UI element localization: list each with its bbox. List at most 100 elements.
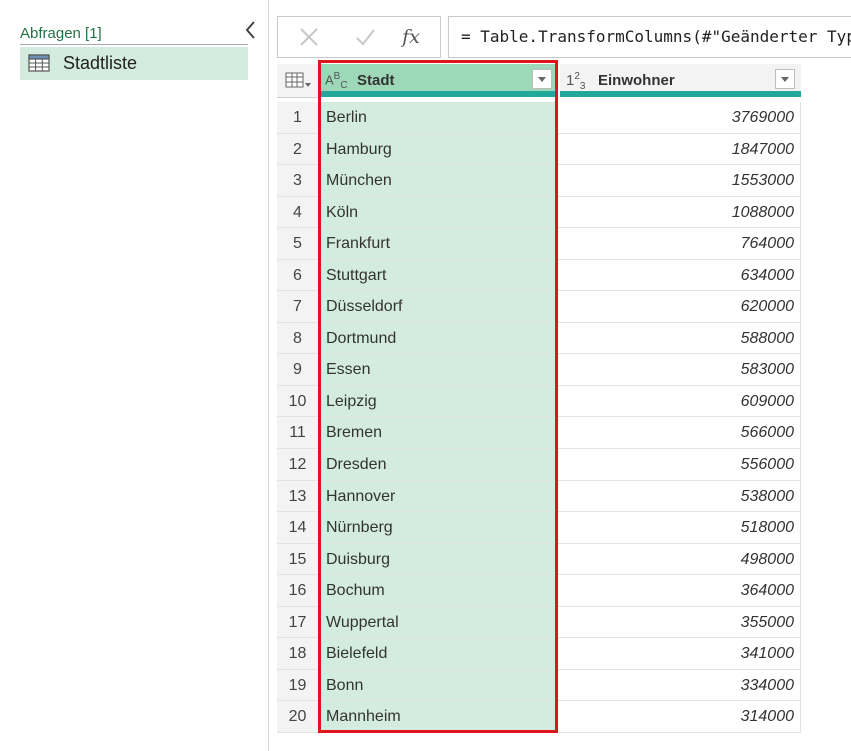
column-name: Stadt <box>357 72 395 89</box>
cell-stadt[interactable]: Bochum <box>319 575 558 606</box>
row-number[interactable]: 18 <box>277 638 319 669</box>
row-number[interactable]: 12 <box>277 449 319 480</box>
table-row: 4 Köln 1088000 <box>277 196 801 229</box>
formula-input[interactable]: = Table.TransformColumns(#"Geänderter Ty… <box>448 16 851 58</box>
cell-stadt[interactable]: Dortmund <box>319 322 558 354</box>
table-row: 10 Leipzig 609000 <box>277 385 801 418</box>
cell-einwohner[interactable]: 620000 <box>560 291 801 322</box>
insert-function-button[interactable]: fx <box>396 23 426 51</box>
table-row: 16 Bochum 364000 <box>277 575 801 607</box>
query-item-label: Stadtliste <box>63 53 138 73</box>
table-row: 7 Düsseldorf 620000 <box>277 291 801 323</box>
cell-stadt[interactable]: Dresden <box>319 449 558 480</box>
cell-stadt[interactable]: Bremen <box>319 417 558 449</box>
cell-einwohner[interactable]: 588000 <box>560 322 801 354</box>
table-row: 18 Bielefeld 341000 <box>277 638 801 670</box>
cell-stadt[interactable]: Wuppertal <box>319 606 558 638</box>
queries-pane: Abfragen [1] Stadtliste <box>0 0 268 751</box>
table-row: 20 Mannheim 314000 <box>277 701 801 733</box>
row-number[interactable]: 2 <box>277 133 319 165</box>
table-row: 8 Dortmund 588000 <box>277 322 801 355</box>
cell-stadt[interactable]: Hannover <box>319 480 558 512</box>
queries-header: Abfragen [1] <box>20 24 248 45</box>
data-grid: ABC Stadt 123 Einwohner 1 Berlin 3769000 2 H… <box>277 64 801 734</box>
table-row: 14 Nürnberg 518000 <box>277 512 801 544</box>
table-row: 6 Stuttgart 634000 <box>277 259 801 292</box>
cell-einwohner[interactable]: 1553000 <box>560 165 801 196</box>
row-number[interactable]: 8 <box>277 322 319 354</box>
column-header-stadt[interactable]: ABC Stadt <box>319 64 558 97</box>
cell-stadt[interactable]: Duisburg <box>319 543 558 575</box>
cell-einwohner[interactable]: 3769000 <box>560 102 801 133</box>
row-number[interactable]: 15 <box>277 543 319 575</box>
chevron-left-icon <box>245 21 255 39</box>
cell-stadt[interactable]: Hamburg <box>319 133 558 165</box>
cell-einwohner[interactable]: 1088000 <box>560 196 801 228</box>
cell-stadt[interactable]: Bonn <box>319 669 558 701</box>
cell-stadt[interactable]: Essen <box>319 354 558 385</box>
cell-einwohner[interactable]: 634000 <box>560 259 801 291</box>
cell-einwohner[interactable]: 583000 <box>560 354 801 385</box>
x-icon <box>300 28 318 46</box>
formula-button-group: fx <box>277 16 441 58</box>
cell-einwohner[interactable]: 334000 <box>560 669 801 701</box>
row-number[interactable]: 14 <box>277 512 319 543</box>
cell-stadt[interactable]: Frankfurt <box>319 228 558 259</box>
table-row: 13 Hannover 538000 <box>277 480 801 513</box>
column-name: Einwohner <box>598 72 675 89</box>
cell-stadt[interactable]: Düsseldorf <box>319 291 558 322</box>
table-icon <box>28 54 50 72</box>
cell-einwohner[interactable]: 609000 <box>560 385 801 417</box>
query-item-stadtliste[interactable]: Stadtliste <box>20 47 248 80</box>
row-number[interactable]: 13 <box>277 480 319 512</box>
cell-stadt[interactable]: Stuttgart <box>319 259 558 291</box>
123-type-icon[interactable]: 123 <box>566 71 585 92</box>
cell-einwohner[interactable]: 518000 <box>560 512 801 543</box>
cell-einwohner[interactable]: 556000 <box>560 449 801 480</box>
cell-einwohner[interactable]: 364000 <box>560 575 801 606</box>
cell-einwohner[interactable]: 538000 <box>560 480 801 512</box>
row-number[interactable]: 17 <box>277 606 319 638</box>
table-row: 5 Frankfurt 764000 <box>277 228 801 260</box>
cell-einwohner[interactable]: 566000 <box>560 417 801 449</box>
cell-einwohner[interactable]: 355000 <box>560 606 801 638</box>
table-row: 1 Berlin 3769000 <box>277 102 801 134</box>
row-number[interactable]: 6 <box>277 259 319 291</box>
cell-einwohner[interactable]: 764000 <box>560 228 801 259</box>
row-number[interactable]: 11 <box>277 417 319 449</box>
row-number[interactable]: 4 <box>277 196 319 228</box>
cell-stadt[interactable]: München <box>319 165 558 196</box>
commit-formula-button[interactable] <box>350 23 380 51</box>
row-number[interactable]: 19 <box>277 669 319 701</box>
cell-stadt[interactable]: Nürnberg <box>319 512 558 543</box>
cell-stadt[interactable]: Leipzig <box>319 385 558 417</box>
cancel-formula-button[interactable] <box>294 23 324 51</box>
table-row: 9 Essen 583000 <box>277 354 801 386</box>
table-menu-button[interactable] <box>277 64 320 98</box>
cell-stadt[interactable]: Bielefeld <box>319 638 558 669</box>
column-header-einwohner[interactable]: 123 Einwohner <box>560 64 801 97</box>
filter-dropdown-button[interactable] <box>532 69 552 89</box>
queries-title: Abfragen [1] <box>20 25 102 42</box>
table-row: 19 Bonn 334000 <box>277 669 801 702</box>
row-number[interactable]: 16 <box>277 575 319 606</box>
cell-einwohner[interactable]: 498000 <box>560 543 801 575</box>
cell-stadt[interactable]: Berlin <box>319 102 558 133</box>
cell-einwohner[interactable]: 341000 <box>560 638 801 669</box>
row-number[interactable]: 3 <box>277 165 319 196</box>
cell-einwohner[interactable]: 314000 <box>560 701 801 732</box>
row-number[interactable]: 9 <box>277 354 319 385</box>
table-row: 12 Dresden 556000 <box>277 449 801 481</box>
row-number[interactable]: 7 <box>277 291 319 322</box>
row-number[interactable]: 10 <box>277 385 319 417</box>
collapse-pane-button[interactable] <box>240 18 260 42</box>
row-number[interactable]: 5 <box>277 228 319 259</box>
row-number[interactable]: 20 <box>277 701 319 732</box>
cell-einwohner[interactable]: 1847000 <box>560 133 801 165</box>
filter-dropdown-button[interactable] <box>775 69 795 89</box>
pane-divider[interactable] <box>268 0 269 751</box>
cell-stadt[interactable]: Mannheim <box>319 701 558 732</box>
row-number[interactable]: 1 <box>277 102 319 133</box>
abc-type-icon[interactable]: ABC <box>325 71 348 91</box>
cell-stadt[interactable]: Köln <box>319 196 558 228</box>
